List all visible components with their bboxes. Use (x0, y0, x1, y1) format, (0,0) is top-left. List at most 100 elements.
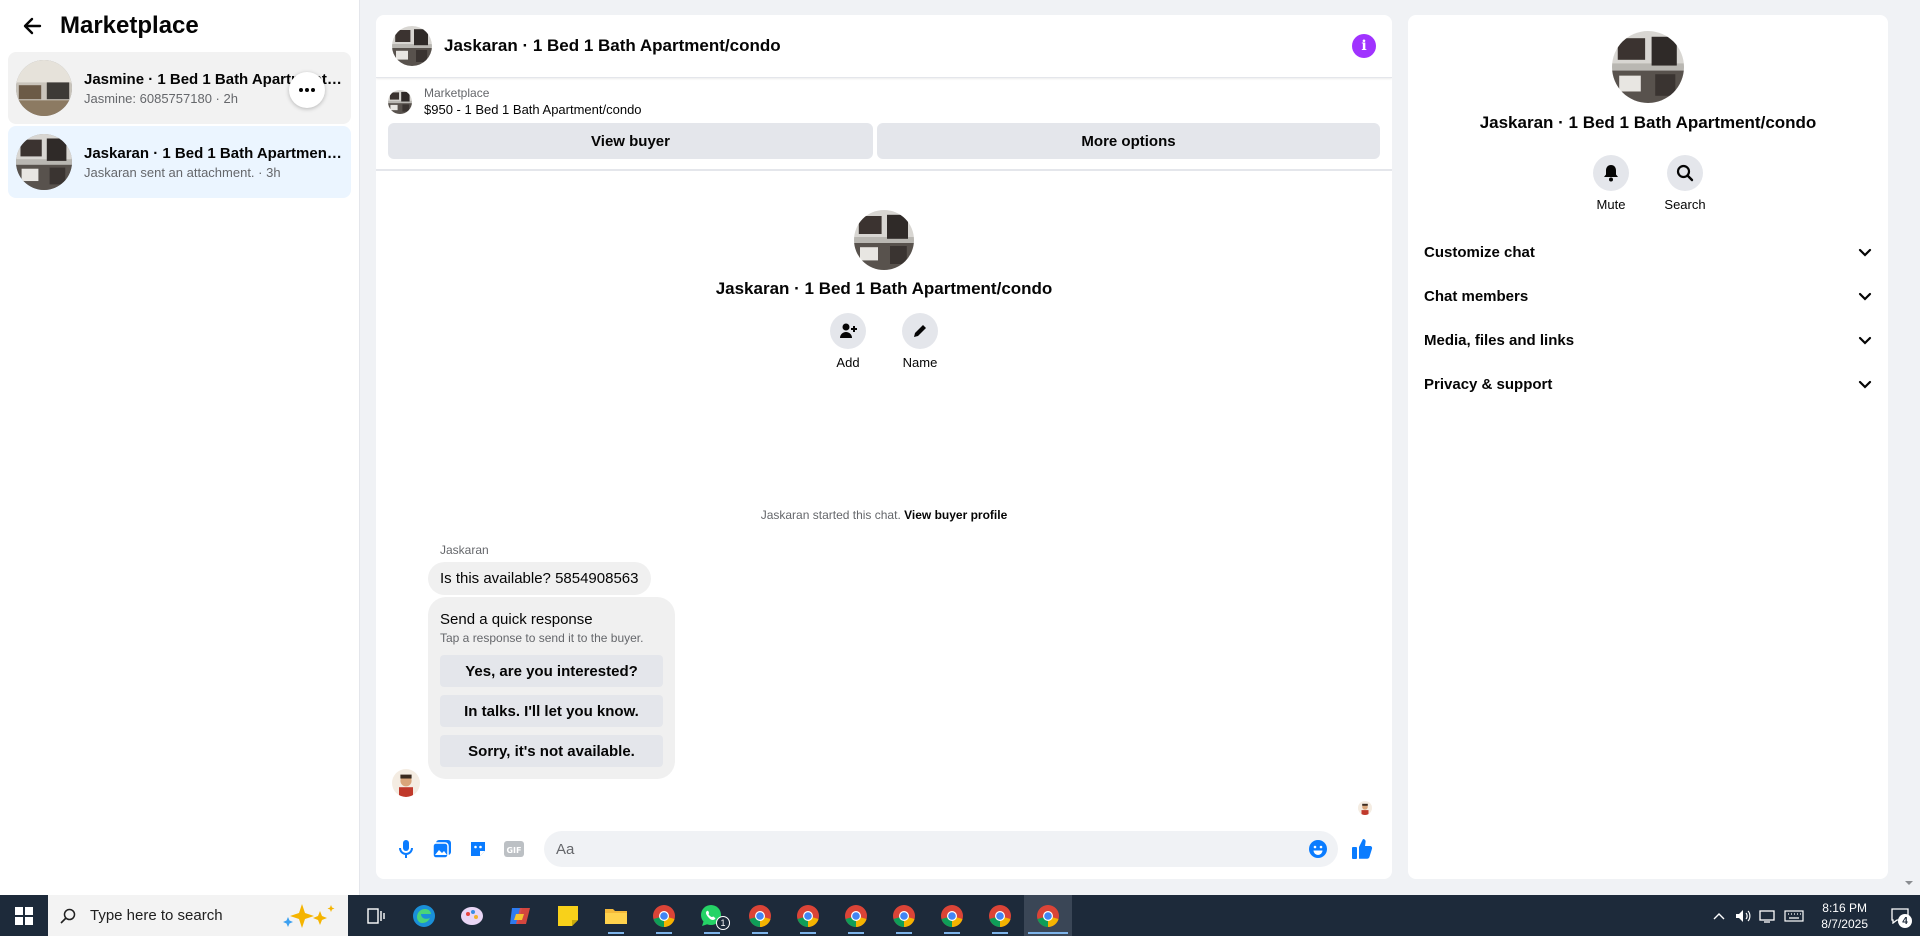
network-icon[interactable] (1755, 895, 1779, 936)
chrome-profile-icon[interactable] (928, 895, 976, 936)
message-input[interactable] (556, 840, 1304, 858)
chrome-profile-icon[interactable] (832, 895, 880, 936)
chat-started-text: Jaskaran started this chat. (760, 508, 901, 522)
clock-date: 8/7/2025 (1821, 916, 1868, 931)
system-tray: 8:16 PM 8/7/2025 4 (1707, 895, 1920, 936)
notifications-icon[interactable]: 4 (1880, 895, 1920, 936)
view-buyer-button[interactable]: View buyer (388, 123, 874, 159)
whatsapp-badge: 1 (716, 916, 730, 930)
quick-response-card: Send a quick response Tap a response to … (428, 597, 675, 779)
section-title: Privacy & support (1424, 375, 1553, 393)
chrome-profile-icon[interactable] (880, 895, 928, 936)
privacy-support-section[interactable]: Privacy & support (1408, 362, 1888, 406)
chat-profile-intro: Jaskaran · 1 Bed 1 Bath Apartment/condo … (376, 210, 1392, 370)
sidebar-title: Marketplace (60, 12, 199, 39)
conversation-details-panel: Jaskaran · 1 Bed 1 Bath Apartment/condo … (1408, 15, 1888, 879)
conversation-item-jasmine[interactable]: Jasmine · 1 Bed 1 Bath Apartment/condo J… (8, 52, 351, 124)
profile-name: Jaskaran · 1 Bed 1 Bath Apartment/condo (715, 279, 1053, 298)
profile-avatar (854, 210, 914, 270)
pencil-icon (914, 325, 926, 337)
edge-browser-icon[interactable] (400, 895, 448, 936)
listing-source: Marketplace (424, 86, 490, 100)
copilot-app-icon[interactable] (496, 895, 544, 936)
quick-response-in-talks[interactable]: In talks. I'll let you know. (440, 695, 663, 727)
chrome-active-window-icon[interactable] (1024, 895, 1072, 936)
listing-price-title[interactable]: $950 - 1 Bed 1 Bath Apartment/condo (424, 102, 642, 117)
more-options-icon[interactable] (289, 72, 325, 108)
chat-title[interactable]: Jaskaran · 1 Bed 1 Bath Apartment/condo (444, 36, 1352, 56)
conversation-item-jaskaran[interactable]: Jaskaran · 1 Bed 1 Bath Apartment/condo … (8, 126, 351, 198)
add-person-icon (840, 323, 857, 338)
listing-banner: Marketplace $950 - 1 Bed 1 Bath Apartmen… (376, 78, 1392, 171)
emoji-icon[interactable] (1304, 835, 1332, 863)
paint-app-icon[interactable] (448, 895, 496, 936)
clock-time: 8:16 PM (1822, 900, 1867, 915)
conversation-sidebar: Marketplace Jasmine · 1 Bed 1 Bath Apart… (0, 0, 360, 895)
quick-response-not-available[interactable]: Sorry, it's not available. (440, 735, 663, 767)
copilot-sparkle-icon (283, 904, 335, 928)
media-files-links-section[interactable]: Media, files and links (1408, 318, 1888, 362)
chat-avatar[interactable] (392, 26, 432, 66)
section-title: Customize chat (1424, 243, 1535, 261)
chat-members-section[interactable]: Chat members (1408, 274, 1888, 318)
bell-icon (1604, 165, 1618, 182)
search-icon (60, 908, 76, 924)
quick-response-yes[interactable]: Yes, are you interested? (440, 655, 663, 687)
scroll-down-arrow-icon[interactable] (1904, 878, 1914, 888)
chevron-up-icon[interactable] (1707, 895, 1731, 936)
section-title: Media, files and links (1424, 331, 1575, 349)
add-label: Add (836, 355, 860, 370)
customize-chat-section[interactable]: Customize chat (1408, 230, 1888, 274)
volume-icon[interactable] (1731, 895, 1755, 936)
info-icon[interactable]: i (1352, 34, 1376, 58)
chrome-icon[interactable] (640, 895, 688, 936)
section-title: Chat members (1424, 287, 1529, 305)
mute-button[interactable]: Mute (1592, 155, 1630, 212)
svg-text:GIF: GIF (506, 846, 521, 855)
thumbs-up-icon[interactable] (1344, 831, 1380, 867)
chat-started-notice: Jaskaran started this chat. View buyer p… (376, 508, 1392, 522)
message-bubble[interactable]: Is this available? 5854908563 (428, 562, 651, 595)
edit-name-button[interactable]: Name (899, 313, 941, 370)
sticker-icon[interactable] (460, 831, 496, 867)
chat-header: Jaskaran · 1 Bed 1 Bath Apartment/condo … (376, 15, 1392, 78)
taskbar-search-text: Type here to search (90, 907, 223, 924)
mute-label: Mute (1596, 197, 1626, 212)
windows-taskbar: Type here to search 1 8:16 PM 8/7/2025 4 (0, 895, 1920, 936)
chrome-profile-icon[interactable] (976, 895, 1024, 936)
sticky-notes-icon[interactable] (544, 895, 592, 936)
chevron-down-icon (1858, 248, 1872, 257)
seen-receipt-avatar (1358, 801, 1372, 815)
more-options-button[interactable]: More options (877, 123, 1380, 159)
task-view-icon[interactable] (352, 895, 400, 936)
listing-thumbnail (388, 89, 412, 114)
search-label: Search (1664, 197, 1706, 212)
taskbar-apps: 1 (352, 895, 1072, 936)
system-clock[interactable]: 8:16 PM 8/7/2025 (1821, 900, 1868, 932)
chevron-down-icon (1858, 380, 1872, 389)
windows-start-icon[interactable] (0, 895, 48, 936)
message-sender-name: Jaskaran (440, 543, 489, 557)
chrome-profile-icon[interactable] (784, 895, 832, 936)
file-explorer-icon[interactable] (592, 895, 640, 936)
gif-icon[interactable]: GIF (496, 831, 532, 867)
back-arrow-icon[interactable] (18, 12, 46, 40)
photo-gallery-icon[interactable] (424, 831, 460, 867)
conversation-name: Jaskaran · 1 Bed 1 Bath Apartment/condo (84, 144, 343, 162)
whatsapp-icon[interactable]: 1 (688, 895, 736, 936)
add-person-button[interactable]: Add (827, 313, 869, 370)
microphone-icon[interactable] (388, 831, 424, 867)
chevron-down-icon (1858, 336, 1872, 345)
message-composer: GIF (376, 819, 1392, 879)
chrome-profile-icon[interactable] (736, 895, 784, 936)
keyboard-icon[interactable] (1779, 895, 1809, 936)
conversation-thumbnail (16, 60, 72, 116)
view-buyer-profile-link[interactable]: View buyer profile (904, 508, 1007, 522)
conversation-preview: Jaskaran sent an attachment. · 3h (84, 164, 281, 180)
search-button[interactable]: Search (1664, 155, 1706, 212)
sender-avatar[interactable] (392, 769, 420, 797)
message-input-wrapper (544, 831, 1338, 867)
taskbar-search-box[interactable]: Type here to search (48, 895, 348, 936)
details-name: Jaskaran · 1 Bed 1 Bath Apartment/condo (1479, 113, 1817, 132)
details-accordion: Customize chat Chat members Media, files… (1408, 230, 1888, 406)
